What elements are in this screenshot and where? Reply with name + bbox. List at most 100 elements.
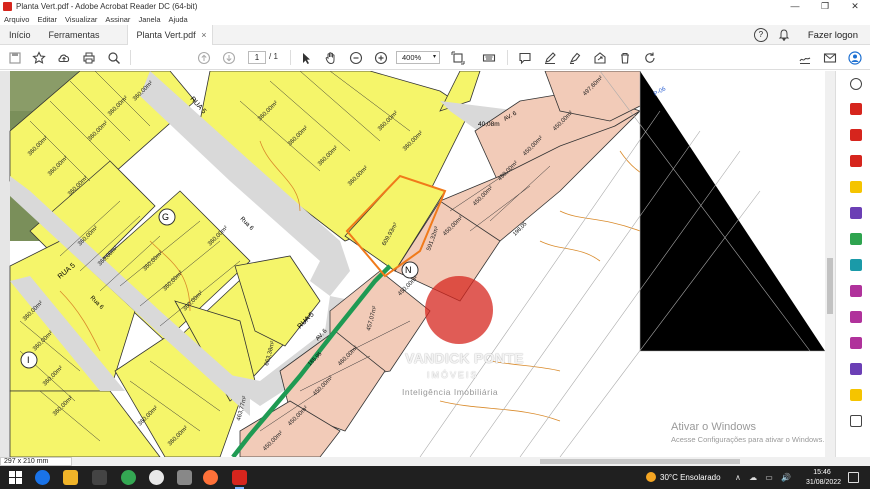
user-circle-icon[interactable] <box>847 50 862 65</box>
document-viewer[interactable]: G N I RUA 5 RUA 5 RUA 5 Rua 6 Rua 6 AV. … <box>0 71 825 457</box>
chevron-down-icon: ▾ <box>432 54 436 60</box>
sun-icon <box>646 472 656 482</box>
tab-home[interactable]: Início <box>0 25 40 45</box>
status-bar: 297 x 210 mm <box>0 457 870 466</box>
share-icon[interactable] <box>592 50 607 65</box>
select-cursor-icon[interactable] <box>298 50 313 65</box>
highlight-icon[interactable] <box>567 50 582 65</box>
stamp-icon[interactable] <box>850 389 862 401</box>
close-tab-icon[interactable]: × <box>201 25 206 45</box>
fill-sign-icon[interactable] <box>850 285 862 297</box>
tab-tools[interactable]: Ferramentas <box>40 25 109 45</box>
file-explorer-icon[interactable] <box>63 470 78 485</box>
app-icon-2[interactable] <box>177 470 192 485</box>
chrome-icon[interactable] <box>121 470 136 485</box>
print-icon[interactable] <box>81 50 96 65</box>
combine-files-icon[interactable] <box>850 207 862 219</box>
fit-page-icon[interactable] <box>450 50 465 65</box>
search-icon[interactable] <box>106 50 121 65</box>
block-label-i: I <box>27 355 30 365</box>
menu-visualizar[interactable]: Visualizar <box>65 15 97 24</box>
notification-icon[interactable] <box>848 472 859 483</box>
toolbar: 1 / 1 400% ▾ <box>0 45 870 70</box>
organize-pages-icon[interactable] <box>850 233 862 245</box>
clock[interactable]: 15:46 31/08/2022 <box>806 468 842 488</box>
search-icon[interactable] <box>850 78 862 90</box>
page-down-icon[interactable] <box>221 50 236 65</box>
clock-time: 15:46 <box>813 469 831 476</box>
comment-tool-icon[interactable] <box>850 181 862 193</box>
keyboard-icon[interactable] <box>481 50 496 65</box>
protect-icon[interactable] <box>850 337 862 349</box>
windows-start-icon[interactable] <box>9 471 22 484</box>
upload-cloud-icon[interactable] <box>56 50 71 65</box>
block-label-g: G <box>162 212 169 222</box>
close-window-button[interactable]: ✕ <box>840 0 870 13</box>
mail-icon[interactable] <box>822 50 837 65</box>
toolbar-separator <box>130 50 131 65</box>
create-pdf-icon[interactable] <box>850 129 862 141</box>
scrollbar-thumb[interactable] <box>827 258 833 314</box>
firefox-icon[interactable] <box>203 470 218 485</box>
edge-icon[interactable] <box>35 470 50 485</box>
zoom-level-select[interactable]: 400% ▾ <box>396 51 440 64</box>
hand-tool-icon[interactable] <box>323 50 338 65</box>
zoom-out-icon[interactable] <box>348 50 363 65</box>
login-link[interactable]: Fazer logon <box>808 30 858 41</box>
rotate-icon[interactable] <box>642 50 657 65</box>
zoom-level-value: 400% <box>402 53 422 62</box>
scan-ocr-icon[interactable] <box>850 259 862 271</box>
tab-bar-right: ? Fazer logon <box>753 25 858 45</box>
menu-assinar[interactable]: Assinar <box>105 15 130 24</box>
save-icon[interactable] <box>7 50 22 65</box>
prepare-form-icon[interactable] <box>850 363 862 375</box>
tab-document-label: Planta Vert.pdf <box>136 29 196 40</box>
export-pdf-icon[interactable] <box>850 103 862 115</box>
window-title: Planta Vert.pdf - Adobe Acrobat Reader D… <box>16 2 198 11</box>
menu-arquivo[interactable]: Arquivo <box>4 15 29 24</box>
logo-tagline: Inteligência Imobiliária <box>402 387 499 397</box>
activation-subtitle: Acesse Configurações para ativar o Windo… <box>671 435 825 444</box>
logo-subtitle: IMÓVEIS <box>427 370 479 380</box>
sign-icon[interactable] <box>797 50 812 65</box>
delete-icon[interactable] <box>617 50 632 65</box>
weather-text: 30°C Ensolarado <box>660 472 721 482</box>
weather-widget[interactable]: 30°C Ensolarado <box>646 472 721 482</box>
help-icon[interactable]: ? <box>753 28 768 42</box>
page-up-icon[interactable] <box>196 50 211 65</box>
tab-document[interactable]: Planta Vert.pdf × <box>126 24 213 45</box>
windows-taskbar: 30°C Ensolarado ∧ ☁ ▭ 🔊 15:46 31/08/2022 <box>0 466 870 489</box>
comment-icon[interactable] <box>517 50 532 65</box>
store-icon[interactable] <box>92 470 107 485</box>
toolbar-separator <box>290 50 291 65</box>
vertical-scrollbar[interactable] <box>825 71 835 457</box>
send-for-signature-icon[interactable] <box>850 311 862 323</box>
more-tools-icon[interactable] <box>850 415 862 427</box>
edit-pdf-icon[interactable] <box>850 155 862 167</box>
bookmark-star-icon[interactable] <box>31 50 46 65</box>
menu-ajuda[interactable]: Ajuda <box>169 15 188 24</box>
bell-icon[interactable] <box>778 29 790 41</box>
maximize-button[interactable]: ❐ <box>810 0 840 13</box>
activation-title: Ativar o Windows <box>671 421 756 433</box>
toolbar-separator <box>507 50 508 65</box>
block-label-n: N <box>405 265 412 275</box>
system-tray[interactable]: ∧ ☁ ▭ 🔊 <box>735 473 794 482</box>
pen-icon[interactable] <box>542 50 557 65</box>
acrobat-taskbar-icon[interactable] <box>232 470 247 489</box>
window-controls: — ❐ ✕ <box>780 0 870 13</box>
menu-janela[interactable]: Janela <box>138 15 160 24</box>
logo-name: VANDICK PONTE <box>405 350 524 366</box>
horizontal-scrollbar-thumb[interactable] <box>540 459 740 464</box>
clock-date: 31/08/2022 <box>806 479 842 486</box>
dimension-text: 40,08m <box>478 121 500 128</box>
menu-editar[interactable]: Editar <box>37 15 57 24</box>
right-tools-panel <box>835 71 870 457</box>
page-dimensions: 297 x 210 mm <box>0 457 72 466</box>
logo-emblem <box>425 276 493 344</box>
minimize-button[interactable]: — <box>780 0 810 13</box>
app-icon[interactable] <box>149 470 164 485</box>
page-number-input[interactable]: 1 <box>248 51 266 64</box>
menu-bar: Arquivo Editar Visualizar Assinar Janela… <box>0 13 870 25</box>
zoom-in-icon[interactable] <box>373 50 388 65</box>
